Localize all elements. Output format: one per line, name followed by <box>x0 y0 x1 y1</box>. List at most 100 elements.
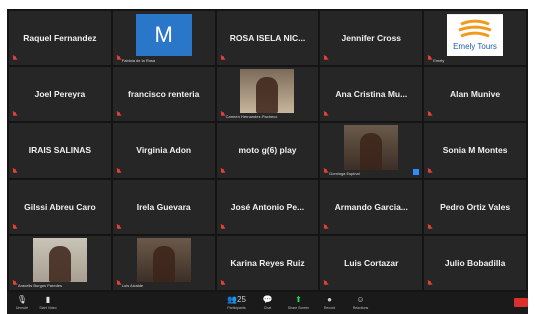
record-icon: ● <box>327 295 332 304</box>
participant-tile[interactable]: Luis Alcalde <box>112 235 215 290</box>
participant-tag: Luis Alcalde <box>121 282 144 288</box>
participant-tile[interactable]: IRAIS SALINAS <box>9 123 111 178</box>
person-silhouette <box>48 245 71 282</box>
toolbar-label: Unmute <box>15 306 29 310</box>
muted-mic-icon <box>427 224 432 231</box>
participant-name: Pedro Ortiz Vales <box>440 201 511 212</box>
participant-name: Gilssi Abreu Caro <box>24 201 96 212</box>
participant-tile[interactable]: M Fabiola de la Rosa <box>112 11 215 66</box>
participant-video <box>344 125 399 170</box>
muted-mic-icon <box>427 56 432 62</box>
participant-tile[interactable]: Joel Pereyra <box>9 67 111 122</box>
leave-button[interactable] <box>514 298 528 307</box>
participant-name: José Antonio Pe... <box>230 201 305 212</box>
participant-tile[interactable]: José Antonio Pe... <box>216 179 319 234</box>
participant-name: Karina Reyes Ruiz <box>230 257 305 268</box>
video-camera-icon: ▮ <box>45 295 51 304</box>
participant-tile[interactable]: Luis Cortazar <box>320 235 423 290</box>
chat-button[interactable]: 💬 Chat <box>252 292 283 314</box>
reactions-icon: ☺ <box>356 295 365 304</box>
muted-mic-icon <box>12 168 17 175</box>
participant-tile[interactable]: Alan Munive <box>424 67 526 122</box>
muted-mic-icon <box>427 280 432 287</box>
participant-tile[interactable]: Aracelis Burgos Paredes <box>9 235 111 290</box>
person-silhouette <box>256 77 279 114</box>
muted-mic-icon <box>323 56 328 62</box>
participant-tile[interactable]: Emely Tours Emely <box>424 11 526 66</box>
muted-mic-icon <box>220 280 225 287</box>
participant-name: ROSA ISELA NIC... <box>229 33 306 44</box>
muted-mic-icon <box>323 280 328 287</box>
participant-tile[interactable]: Gilssi Abreu Caro <box>9 179 111 234</box>
participant-tile[interactable]: Pedro Ortiz Vales <box>424 179 526 234</box>
toolbar-label: Record <box>323 306 336 310</box>
participant-video <box>136 237 191 282</box>
participant-tile[interactable]: francisco renteria <box>112 67 215 122</box>
participant-tile[interactable]: Virginia Adon <box>112 123 215 178</box>
muted-mic-icon <box>12 112 17 118</box>
active-speaker-indicator <box>413 168 420 175</box>
share-screen-icon: ⬆ <box>295 295 302 304</box>
unmute-button[interactable]: 🎙 Unmute <box>11 292 33 314</box>
zoom-window: Raquel Fernandez M Fabiola de la Rosa ROSA … <box>0 0 535 314</box>
muted-mic-icon <box>220 168 225 175</box>
meeting-toolbar: 🎙 Unmute ▮ Start Video 👥25 Participants 💬 Chat ⬆… <box>7 292 528 314</box>
participant-tile[interactable]: moto g(6) play <box>216 123 319 178</box>
participant-name: Julio Bobadilla <box>444 257 506 268</box>
muted-mic-icon <box>427 168 432 175</box>
microphone-icon: 🎙 <box>16 295 28 304</box>
participant-name: IRAIS SALINAS <box>28 145 92 156</box>
muted-mic-icon <box>323 112 328 118</box>
participant-tile[interactable]: Dominga Espinal <box>320 123 423 178</box>
muted-mic-icon <box>12 280 17 287</box>
participant-name: Jennifer Cross <box>341 33 402 44</box>
participant-name: Irela Guevara <box>136 201 191 212</box>
start-video-button[interactable]: ▮ Start Video <box>37 292 59 314</box>
participant-tile[interactable]: Carmen Hernandez-Pacheco <box>216 67 319 122</box>
company-logo: Emely Tours <box>447 14 504 57</box>
record-button[interactable]: ● Record <box>314 292 345 314</box>
participant-name: Raquel Fernandez <box>23 33 97 44</box>
muted-mic-icon <box>220 112 225 118</box>
gallery-view: Raquel Fernandez M Fabiola de la Rosa ROSA … <box>7 9 528 292</box>
muted-mic-icon <box>12 224 17 231</box>
muted-mic-icon <box>116 56 121 62</box>
participant-tag: Dominga Espinal <box>329 170 360 176</box>
chat-icon: 💬 <box>262 295 273 304</box>
participant-tile[interactable]: Raquel Fernandez <box>9 11 111 66</box>
participants-icon: 👥25 <box>227 295 246 304</box>
person-silhouette <box>152 245 175 282</box>
muted-mic-icon <box>220 56 225 62</box>
participant-tag: Fabiola de la Rosa <box>121 58 156 64</box>
reactions-button[interactable]: ☺ Reactions <box>345 292 376 314</box>
participant-tile[interactable]: Sonia M Montes <box>424 123 526 178</box>
share-screen-button[interactable]: ⬆ Share Screen <box>283 292 314 314</box>
participant-name: Luis Cortazar <box>344 257 399 268</box>
participant-tile[interactable]: Karina Reyes Ruiz <box>216 235 319 290</box>
participant-tile[interactable]: ROSA ISELA NIC... <box>216 11 319 66</box>
toolbar-label: Share Screen <box>287 306 310 310</box>
participant-name: Sonia M Montes <box>442 145 508 156</box>
participant-video <box>240 69 295 114</box>
participant-tile[interactable]: Julio Bobadilla <box>424 235 526 290</box>
participant-video <box>32 237 87 282</box>
participants-button[interactable]: 👥25 Participants <box>221 292 252 314</box>
muted-mic-icon <box>116 280 121 287</box>
toolbar-label: Reactions <box>352 306 369 310</box>
participant-name: Ana Cristina Mu... <box>335 89 408 100</box>
participant-tile[interactable]: Jennifer Cross <box>320 11 423 66</box>
participant-name: Alan Munive <box>450 89 501 100</box>
muted-mic-icon <box>116 168 121 175</box>
participant-name: Virginia Adon <box>136 145 192 156</box>
participant-name: francisco renteria <box>128 89 200 100</box>
muted-mic-icon <box>116 112 121 118</box>
logo-text: Emely Tours <box>453 42 497 51</box>
participant-name: Joel Pereyra <box>34 89 86 100</box>
muted-mic-icon <box>323 168 328 175</box>
muted-mic-icon <box>220 224 225 231</box>
avatar: M <box>135 14 192 57</box>
participant-tile[interactable]: Armando Garcia... <box>320 179 423 234</box>
participant-name: Armando Garcia... <box>334 201 408 212</box>
participant-tile[interactable]: Irela Guevara <box>112 179 215 234</box>
participant-tile[interactable]: Ana Cristina Mu... <box>320 67 423 122</box>
